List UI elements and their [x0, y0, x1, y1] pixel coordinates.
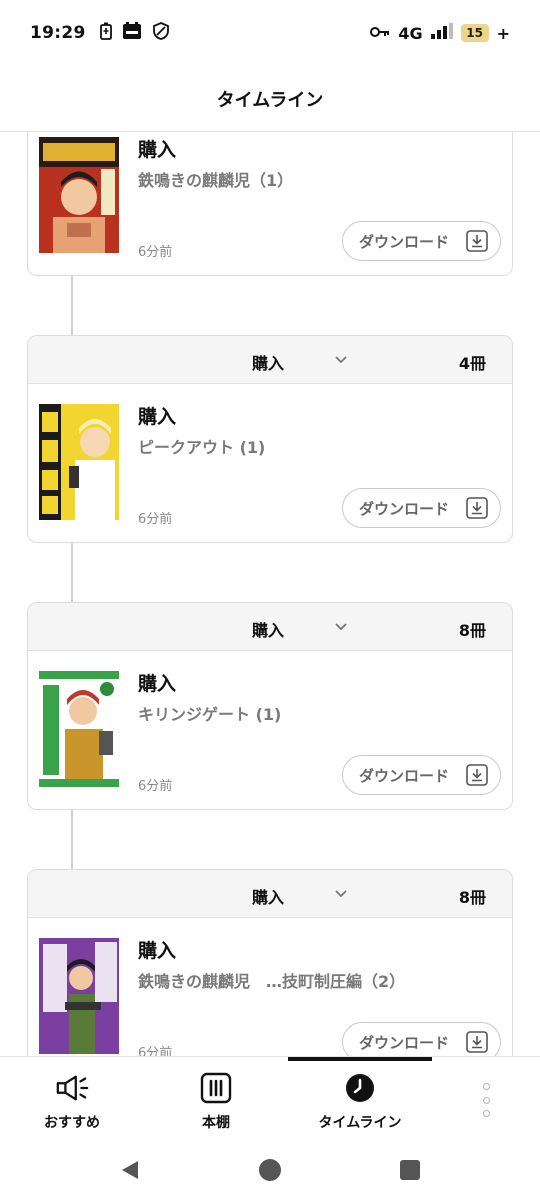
bottom-nav: おすすめ 本棚 タイムライン: [0, 1056, 540, 1140]
home-icon[interactable]: [258, 1158, 282, 1182]
group-action-label: 購入: [252, 888, 285, 907]
download-button-label: ダウンロード: [359, 499, 450, 518]
entry-title[interactable]: ピークアウト (1): [138, 434, 265, 458]
more-options-icon[interactable]: [472, 1083, 500, 1117]
group-header[interactable]: 購入 8冊: [28, 870, 512, 918]
battery-icon: 15: [460, 24, 489, 42]
group-header[interactable]: 購入 4冊: [28, 336, 512, 384]
download-button-label: ダウンロード: [359, 766, 450, 785]
tab-label: 本棚: [202, 1115, 230, 1131]
chevron-down-icon[interactable]: [332, 350, 350, 368]
book-cover[interactable]: [39, 671, 119, 787]
app-notification-icon: [122, 22, 142, 44]
entry-time: 6分前: [138, 512, 173, 527]
entry-title[interactable]: 鉄鳴きの麒麟児（1）: [138, 167, 293, 191]
group-action-label: 購入: [252, 354, 285, 373]
entry-title[interactable]: キリンジゲート (1): [138, 701, 281, 725]
group-count: 8冊: [458, 621, 486, 640]
download-icon: [466, 1031, 488, 1053]
status-bar: 19:29 4G 15 +: [0, 0, 540, 66]
group-header[interactable]: 購入 8冊: [28, 603, 512, 651]
download-icon: [466, 764, 488, 786]
group-count: 4冊: [458, 354, 486, 373]
entry-time: 6分前: [138, 1046, 173, 1056]
entry-time: 6分前: [138, 779, 173, 794]
tab-label: タイムライン: [318, 1115, 402, 1131]
book-cover[interactable]: [39, 137, 119, 253]
status-time: 19:29: [30, 23, 86, 43]
download-button[interactable]: ダウンロード: [342, 221, 501, 261]
signal-icon: [430, 23, 453, 43]
chevron-down-icon[interactable]: [332, 884, 350, 902]
bookshelf-icon: [199, 1071, 233, 1105]
entry-time: 6分前: [138, 245, 173, 260]
timeline-card: 購入 4冊 購入 ピークアウト (1) 6分前 ダウンロード: [27, 335, 513, 543]
group-action-label: 購入: [252, 621, 285, 640]
tab-recommend[interactable]: おすすめ: [0, 1057, 144, 1141]
battery-saver-icon: [99, 22, 112, 44]
timeline-card: 購入 8冊 購入 キリンジゲート (1) 6分前 ダウンロード: [27, 602, 513, 810]
network-type: 4G: [398, 23, 423, 43]
timeline-card: 購入 8冊 購入 鉄鳴きの麒麟児 …技町制圧編（2） 6分前 ダウンロード: [27, 869, 513, 1056]
timeline-card: 購入 鉄鳴きの麒麟児（1） 6分前 ダウンロード: [27, 132, 513, 276]
megaphone-icon: [55, 1071, 89, 1105]
timeline-connector: [71, 543, 73, 603]
download-icon: [466, 230, 488, 252]
download-button-label: ダウンロード: [359, 232, 450, 251]
chevron-down-icon[interactable]: [332, 617, 350, 635]
charging-indicator: +: [496, 23, 510, 43]
entry-action: 購入: [138, 940, 177, 962]
entry-action: 購入: [138, 139, 177, 161]
timeline-list[interactable]: 購入 鉄鳴きの麒麟児（1） 6分前 ダウンロード 購入 4冊 購入 ピークアウト…: [0, 132, 540, 1056]
book-cover[interactable]: [39, 404, 119, 520]
download-icon: [466, 497, 488, 519]
entry-action: 購入: [138, 673, 177, 695]
system-navigation-bar: [0, 1140, 540, 1200]
download-button[interactable]: ダウンロード: [342, 1022, 501, 1056]
entry-title[interactable]: 鉄鳴きの麒麟児 …技町制圧編（2）: [138, 968, 405, 992]
vpn-key-icon: [370, 24, 390, 43]
timeline-connector: [71, 276, 73, 336]
shield-icon: [152, 22, 170, 44]
tab-label: おすすめ: [44, 1115, 100, 1131]
group-count: 8冊: [458, 888, 486, 907]
clock-icon: [343, 1071, 377, 1105]
download-button[interactable]: ダウンロード: [342, 488, 501, 528]
recents-icon[interactable]: [398, 1158, 422, 1182]
tab-bookshelf[interactable]: 本棚: [144, 1057, 288, 1141]
back-icon[interactable]: [118, 1158, 142, 1182]
page-title: タイムライン: [216, 89, 324, 111]
app-header: タイムライン: [0, 66, 540, 132]
download-button-label: ダウンロード: [359, 1033, 450, 1052]
download-button[interactable]: ダウンロード: [342, 755, 501, 795]
book-cover[interactable]: [39, 938, 119, 1054]
entry-action: 購入: [138, 406, 177, 428]
timeline-connector: [71, 810, 73, 870]
tab-timeline[interactable]: タイムライン: [288, 1057, 432, 1141]
